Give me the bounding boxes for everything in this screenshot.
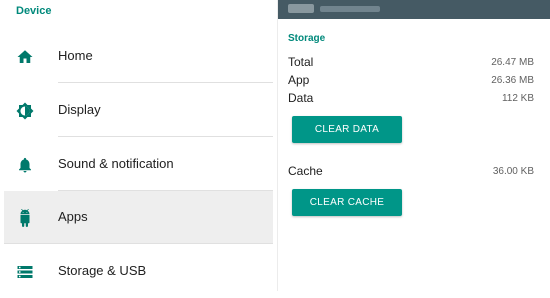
data-value: 112 KB (501, 93, 534, 104)
nav-item-label: Home (58, 48, 93, 63)
cache-label: Cache (288, 164, 323, 178)
nav-item-sound-notification[interactable]: Sound & notification (0, 138, 277, 191)
app-name (320, 6, 380, 12)
data-label: Data (288, 91, 314, 105)
app-size-label: App (288, 73, 310, 87)
app-header-bar (278, 0, 550, 19)
clear-data-button[interactable]: CLEAR DATA (292, 116, 402, 143)
nav-item-label: Sound & notification (58, 156, 174, 171)
section-header-storage: Storage (288, 33, 326, 44)
total-label: Total (288, 55, 314, 69)
nav-item-storage-usb[interactable]: Storage & USB (0, 245, 277, 298)
app-storage-panel: Storage Total 26.47 MB App 26.36 MB Data… (278, 0, 550, 291)
divider (58, 136, 273, 137)
nav-item-label: Apps (58, 209, 88, 224)
clear-cache-button[interactable]: CLEAR CACHE (292, 189, 402, 216)
nav-item-home[interactable]: Home (0, 30, 277, 83)
home-icon (16, 48, 34, 66)
divider (58, 82, 273, 83)
storage-icon (16, 263, 34, 281)
nav-item-label: Display (58, 102, 101, 117)
bell-icon (16, 156, 34, 174)
section-header-device: Device (16, 5, 52, 17)
settings-nav-panel: Device Home Display Sound & notification… (0, 0, 278, 291)
cache-value: 36.00 KB (492, 166, 534, 177)
nav-item-display[interactable]: Display (0, 84, 277, 137)
app-icon (288, 4, 314, 13)
app-size-value: 26.36 MB (491, 75, 534, 86)
total-value: 26.47 MB (491, 57, 534, 68)
android-icon (16, 209, 34, 227)
brightness-icon (16, 102, 34, 120)
nav-item-apps[interactable]: Apps (4, 191, 273, 244)
divider (4, 243, 273, 244)
nav-item-label: Storage & USB (58, 263, 147, 278)
